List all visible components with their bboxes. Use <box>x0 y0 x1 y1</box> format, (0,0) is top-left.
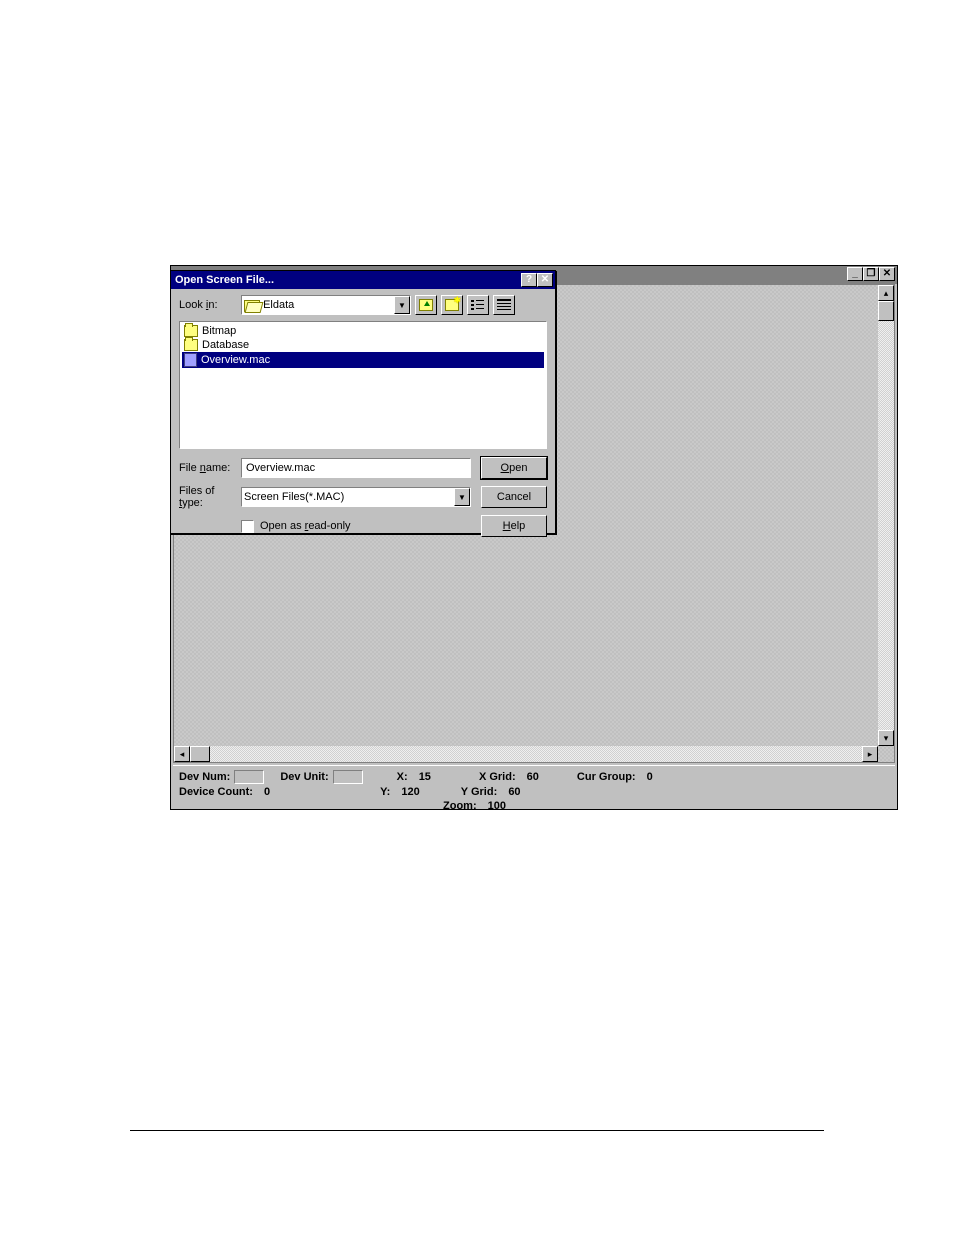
files-of-type-label: Files of type: <box>179 485 241 509</box>
up-one-level-button[interactable] <box>415 295 437 315</box>
list-item-label: Database <box>202 339 249 351</box>
details-view-icon <box>497 299 511 311</box>
new-folder-icon <box>445 299 459 311</box>
curgroup-value: 0 <box>647 771 653 783</box>
chevron-down-icon[interactable]: ▼ <box>454 488 470 506</box>
vertical-scrollbar[interactable]: ▴ ▾ <box>878 285 894 746</box>
x-value: 15 <box>419 771 431 783</box>
horizontal-scrollbar[interactable]: ◂ ▸ <box>174 746 878 762</box>
list-item[interactable]: Overview.mac <box>182 352 544 368</box>
document-icon <box>184 353 197 367</box>
context-help-button[interactable]: ? <box>521 273 537 287</box>
list-item-label: Overview.mac <box>201 354 270 366</box>
scroll-down-button[interactable]: ▾ <box>878 730 894 746</box>
list-view-icon <box>471 299 485 311</box>
folder-icon <box>184 325 198 337</box>
file-list[interactable]: Bitmap Database Overview.mac <box>179 321 547 449</box>
read-only-label: Open as read-only <box>260 520 351 532</box>
ygrid-label: Y Grid: <box>461 786 497 798</box>
devunit-field <box>333 770 363 784</box>
devcount-label: Device Count: <box>179 786 253 798</box>
open-file-dialog: Open Screen File... ? ✕ Look in: Eldata … <box>170 270 556 534</box>
list-item[interactable]: Database <box>182 338 544 352</box>
dialog-close-button[interactable]: ✕ <box>537 273 553 287</box>
devcount-value: 0 <box>264 786 270 798</box>
status-bar: Dev Num: Dev Unit: X: 15 X Grid: 60 Cur … <box>173 765 895 807</box>
cancel-button[interactable]: Cancel <box>481 486 547 508</box>
devnum-label: Dev Num: <box>179 771 230 783</box>
scroll-right-button[interactable]: ▸ <box>862 746 878 762</box>
close-icon: ✕ <box>541 274 549 286</box>
scroll-thumb[interactable] <box>190 746 210 762</box>
folder-icon <box>184 339 198 351</box>
y-value: 120 <box>401 786 419 798</box>
list-item-label: Bitmap <box>202 325 236 337</box>
open-button[interactable]: Open <box>481 457 547 479</box>
read-only-checkbox[interactable] <box>241 520 254 533</box>
xgrid-value: 60 <box>527 771 539 783</box>
file-name-label: File name: <box>179 462 241 474</box>
scroll-up-button[interactable]: ▴ <box>878 285 894 301</box>
list-view-button[interactable] <box>467 295 489 315</box>
scroll-thumb[interactable] <box>878 301 894 321</box>
y-label: Y: <box>380 786 390 798</box>
zoom-value: 100 <box>488 800 506 812</box>
dialog-title: Open Screen File... <box>175 274 274 286</box>
restore-button[interactable]: ❐ <box>863 267 879 281</box>
list-item[interactable]: Bitmap <box>182 324 544 338</box>
dialog-titlebar[interactable]: Open Screen File... ? ✕ <box>171 271 555 289</box>
look-in-value: Eldata <box>263 299 294 311</box>
help-button[interactable]: Help <box>481 515 547 537</box>
x-label: X: <box>397 771 408 783</box>
curgroup-label: Cur Group: <box>577 771 636 783</box>
minimize-button[interactable]: _ <box>847 267 863 281</box>
chevron-down-icon[interactable]: ▼ <box>394 296 410 314</box>
folder-open-icon <box>244 298 260 312</box>
files-of-type-combo[interactable]: Screen Files(*.MAC) ▼ <box>241 487 471 507</box>
close-button[interactable]: ✕ <box>879 267 895 281</box>
scroll-track[interactable] <box>878 301 894 730</box>
files-of-type-value: Screen Files(*.MAC) <box>244 491 344 503</box>
file-name-input[interactable]: Overview.mac <box>241 458 471 478</box>
help-icon: ? <box>526 274 532 286</box>
ygrid-value: 60 <box>508 786 520 798</box>
xgrid-label: X Grid: <box>479 771 516 783</box>
up-folder-icon <box>419 299 433 311</box>
details-view-button[interactable] <box>493 295 515 315</box>
look-in-combo[interactable]: Eldata ▼ <box>241 295 411 315</box>
look-in-label: Look in: <box>179 299 241 311</box>
minimize-icon: _ <box>852 268 858 280</box>
page-rule <box>130 1130 824 1131</box>
close-icon: ✕ <box>883 268 891 280</box>
devunit-label: Dev Unit: <box>280 771 328 783</box>
restore-icon: ❐ <box>867 268 876 280</box>
zoom-label: Zoom: <box>443 800 477 812</box>
scroll-left-button[interactable]: ◂ <box>174 746 190 762</box>
scroll-track[interactable] <box>190 746 862 762</box>
new-folder-button[interactable] <box>441 295 463 315</box>
devnum-field <box>234 770 264 784</box>
